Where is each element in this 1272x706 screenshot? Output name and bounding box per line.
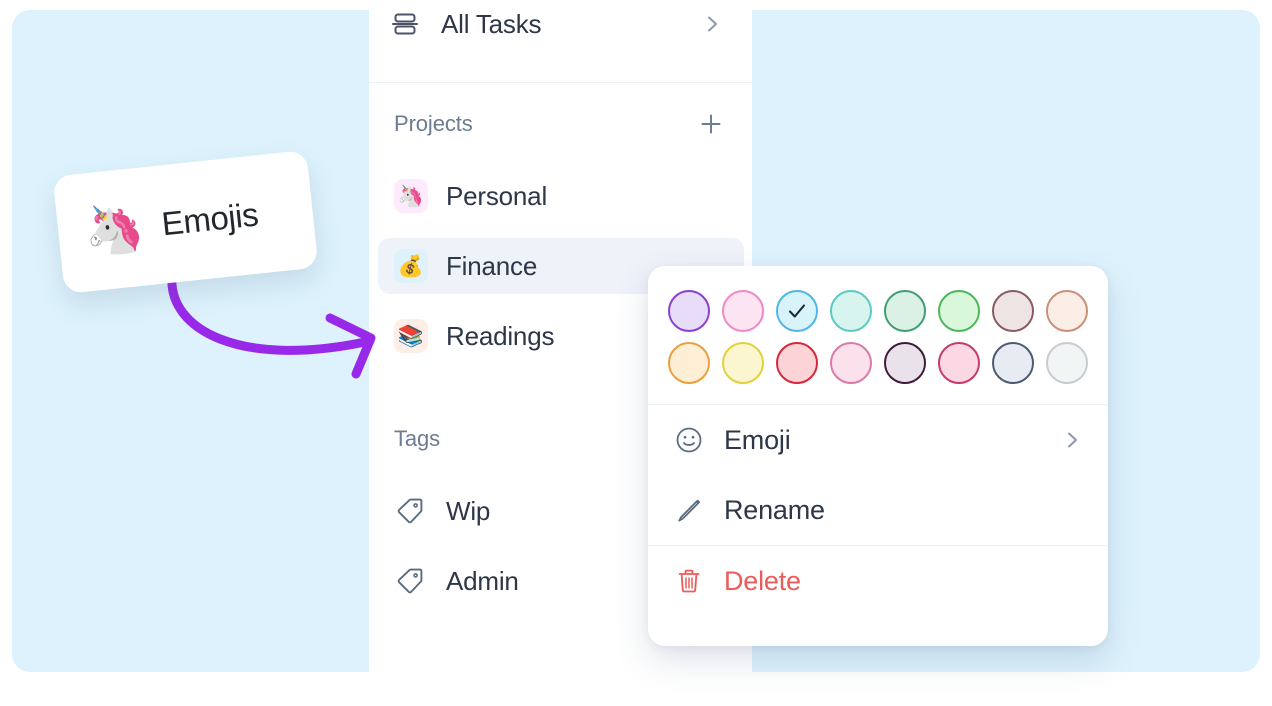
color-swatch-grid: [648, 266, 1108, 404]
emojis-callout-label: Emojis: [159, 195, 260, 243]
color-swatch-green[interactable]: [938, 290, 980, 332]
color-swatch-magenta[interactable]: [938, 342, 980, 384]
tag-icon: [394, 565, 426, 597]
menu-item-emoji-label: Emoji: [724, 424, 791, 455]
chevron-right-icon[interactable]: [702, 14, 722, 34]
color-swatch-light-gray[interactable]: [1046, 342, 1088, 384]
color-swatch-mauve[interactable]: [992, 290, 1034, 332]
tag-icon: [394, 495, 426, 527]
plus-icon[interactable]: [700, 113, 722, 135]
annotation-arrow-icon: [167, 271, 376, 379]
sidebar-item-personal[interactable]: 🦄 Personal: [378, 168, 744, 224]
color-swatch-red[interactable]: [776, 342, 818, 384]
sidebar-item-admin-label: Admin: [446, 565, 519, 596]
all-tasks-icon: [392, 11, 418, 37]
color-swatch-purple[interactable]: [668, 290, 710, 332]
color-swatch-mint[interactable]: [884, 290, 926, 332]
menu-item-emoji[interactable]: Emoji: [648, 405, 1108, 475]
sidebar-divider: [369, 82, 752, 83]
menu-item-rename[interactable]: Rename: [648, 475, 1108, 545]
color-swatch-orange[interactable]: [668, 342, 710, 384]
sidebar-item-wip-label: Wip: [446, 495, 491, 526]
sidebar-item-readings-label: Readings: [446, 320, 555, 351]
sidebar-item-finance-label: Finance: [446, 250, 538, 281]
menu-item-delete-label: Delete: [724, 565, 801, 596]
sidebar-item-all-tasks[interactable]: All Tasks: [378, 0, 744, 48]
check-icon: [788, 304, 806, 318]
color-swatch-slate[interactable]: [992, 342, 1034, 384]
project-emoji-unicorn-icon: 🦄: [394, 179, 428, 213]
pencil-icon: [674, 495, 704, 525]
unicorn-icon: 🦄: [81, 198, 147, 261]
color-swatch-plum[interactable]: [884, 342, 926, 384]
color-swatch-peach[interactable]: [1046, 290, 1088, 332]
menu-item-rename-label: Rename: [724, 494, 825, 525]
smiley-icon: [674, 425, 704, 455]
color-swatch-yellow[interactable]: [722, 342, 764, 384]
trash-icon: [674, 566, 704, 596]
projects-section-header: Projects: [378, 106, 744, 142]
projects-section-title: Projects: [394, 111, 473, 136]
menu-item-delete[interactable]: Delete: [648, 546, 1108, 616]
color-swatch-pink[interactable]: [722, 290, 764, 332]
sidebar-item-all-tasks-label: All Tasks: [441, 8, 542, 39]
color-swatch-rose[interactable]: [830, 342, 872, 384]
sidebar-item-personal-label: Personal: [446, 180, 548, 211]
color-swatch-sky-selected[interactable]: [776, 290, 818, 332]
color-swatch-turquoise[interactable]: [830, 290, 872, 332]
chevron-right-icon[interactable]: [1062, 430, 1082, 450]
project-context-menu: Emoji Rename Delete: [648, 266, 1108, 646]
color-swatch-row: [668, 342, 1088, 384]
color-swatch-row: [668, 290, 1088, 332]
